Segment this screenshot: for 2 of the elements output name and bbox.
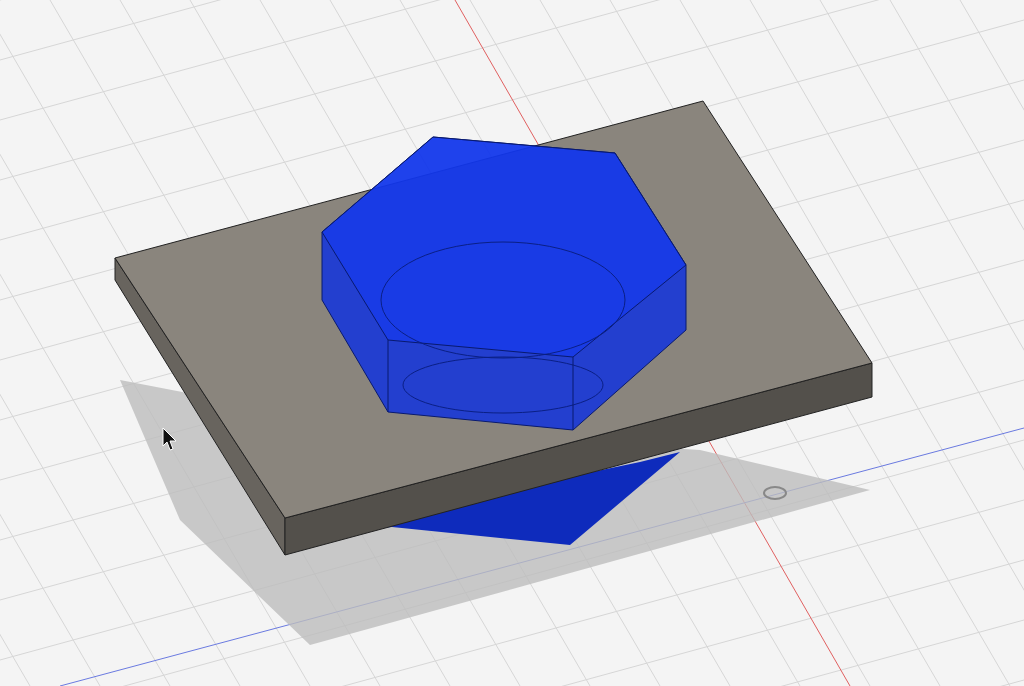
cursor-icon	[162, 427, 177, 451]
origin-marker	[763, 486, 787, 500]
